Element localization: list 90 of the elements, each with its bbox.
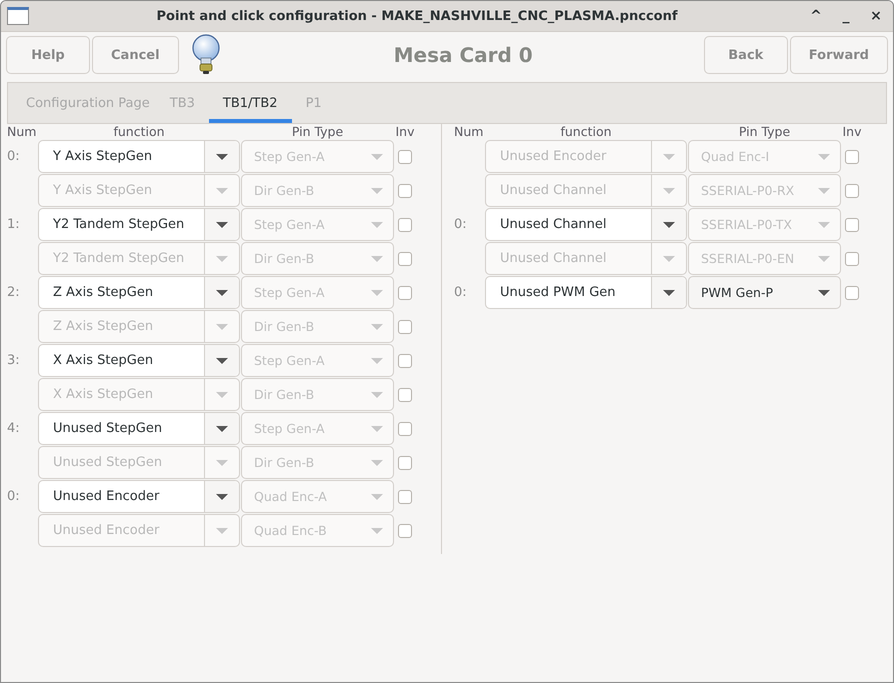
pin-number: 1: <box>7 217 20 232</box>
dropdown-arrow-icon <box>216 188 228 194</box>
dropdown-arrow-icon <box>371 460 383 466</box>
page-title: Mesa Card 0 <box>392 43 534 67</box>
dropdown-arrow-icon <box>371 188 383 194</box>
dropdown-arrow-icon <box>216 460 228 466</box>
dropdown-arrow-icon <box>663 188 675 194</box>
invert-checkbox[interactable] <box>398 184 412 198</box>
invert-checkbox[interactable] <box>845 150 859 164</box>
function-dropdown[interactable]: Unused StepGen <box>38 412 240 445</box>
dropdown-arrow-icon <box>818 188 830 194</box>
window-control[interactable]: ^ <box>805 8 827 24</box>
column-header: Pin Type <box>290 124 344 140</box>
pin-number: 0: <box>454 217 467 232</box>
dropdown-arrow-icon <box>371 392 383 398</box>
function-dropdown[interactable]: Y Axis StepGen <box>38 140 240 173</box>
dropdown-arrow-icon <box>371 528 383 534</box>
window-title: Point and click configuration - MAKE_NASHVILLE_CNC_PLASMA.pncconf <box>155 8 679 24</box>
invert-checkbox[interactable] <box>398 524 412 538</box>
column-header: Inv <box>842 124 862 140</box>
dropdown-arrow-icon <box>818 154 830 160</box>
function-dropdown[interactable]: Unused Encoder <box>38 480 240 513</box>
column-header: function <box>112 124 166 140</box>
dropdown-arrow-icon <box>663 154 675 160</box>
dropdown-arrow-icon <box>663 222 675 228</box>
invert-checkbox[interactable] <box>398 252 412 266</box>
dropdown-arrow-icon <box>371 154 383 160</box>
dropdown-arrow-icon <box>371 256 383 262</box>
invert-checkbox[interactable] <box>398 320 412 334</box>
dropdown-arrow-icon <box>216 222 228 228</box>
pin-number: 0: <box>7 149 20 164</box>
invert-checkbox[interactable] <box>398 422 412 436</box>
invert-checkbox[interactable] <box>845 184 859 198</box>
pin-type-dropdown[interactable]: PWM Gen-P <box>688 276 841 309</box>
column-header: Num <box>454 124 484 140</box>
dropdown-arrow-icon <box>371 494 383 500</box>
column-header: Inv <box>395 124 415 140</box>
invert-checkbox[interactable] <box>845 252 859 266</box>
function-dropdown[interactable]: Y2 Tandem StepGen <box>38 208 240 241</box>
dropdown-arrow-icon <box>371 426 383 432</box>
dropdown-arrow-icon <box>818 290 830 296</box>
pin-number: 3: <box>7 353 20 368</box>
tab[interactable]: TB3 <box>156 83 209 123</box>
dropdown-arrow-icon <box>216 358 228 364</box>
dropdown-arrow-icon <box>371 324 383 330</box>
function-dropdown[interactable]: X Axis StepGen <box>38 344 240 377</box>
tab[interactable]: Configuration Page <box>20 83 156 123</box>
invert-checkbox[interactable] <box>398 150 412 164</box>
column-header: function <box>559 124 613 140</box>
dropdown-arrow-icon <box>216 392 228 398</box>
dropdown-arrow-icon <box>216 290 228 296</box>
invert-checkbox[interactable] <box>845 286 859 300</box>
invert-checkbox[interactable] <box>398 388 412 402</box>
invert-checkbox[interactable] <box>398 490 412 504</box>
dropdown-arrow-icon <box>216 324 228 330</box>
header-button[interactable]: Cancel <box>92 36 179 74</box>
pin-number: 0: <box>454 285 467 300</box>
invert-checkbox[interactable] <box>398 354 412 368</box>
tab[interactable]: P1 <box>292 83 336 123</box>
window-control[interactable]: _ <box>835 8 857 24</box>
header-button[interactable]: Forward <box>790 36 888 74</box>
column-header: Num <box>7 124 37 140</box>
invert-checkbox[interactable] <box>398 286 412 300</box>
dropdown-arrow-icon <box>371 290 383 296</box>
dropdown-arrow-icon <box>371 222 383 228</box>
column-header: Pin Type <box>738 124 792 140</box>
invert-checkbox[interactable] <box>398 218 412 232</box>
dropdown-arrow-icon <box>216 494 228 500</box>
pin-number: 2: <box>7 285 20 300</box>
dropdown-arrow-icon <box>818 256 830 262</box>
header-button[interactable]: Back <box>704 36 788 74</box>
invert-checkbox[interactable] <box>845 218 859 232</box>
dropdown-arrow-icon <box>371 358 383 364</box>
invert-checkbox[interactable] <box>398 456 412 470</box>
function-dropdown[interactable]: Unused PWM Gen <box>485 276 687 309</box>
dropdown-arrow-icon <box>818 222 830 228</box>
pin-number: 4: <box>7 421 20 436</box>
dropdown-arrow-icon <box>216 528 228 534</box>
app-icon <box>7 7 29 25</box>
dropdown-arrow-icon <box>663 290 675 296</box>
function-dropdown[interactable]: Z Axis StepGen <box>38 276 240 309</box>
dropdown-arrow-icon <box>663 256 675 262</box>
function-dropdown[interactable]: Unused Channel <box>485 208 687 241</box>
tab[interactable]: TB1/TB2 <box>208 83 292 123</box>
dropdown-arrow-icon <box>216 256 228 262</box>
pin-number: 0: <box>7 489 20 504</box>
window-control[interactable]: × <box>865 8 887 24</box>
header-button[interactable]: Help <box>6 36 90 74</box>
dropdown-arrow-icon <box>216 154 228 160</box>
dropdown-arrow-icon <box>216 426 228 432</box>
